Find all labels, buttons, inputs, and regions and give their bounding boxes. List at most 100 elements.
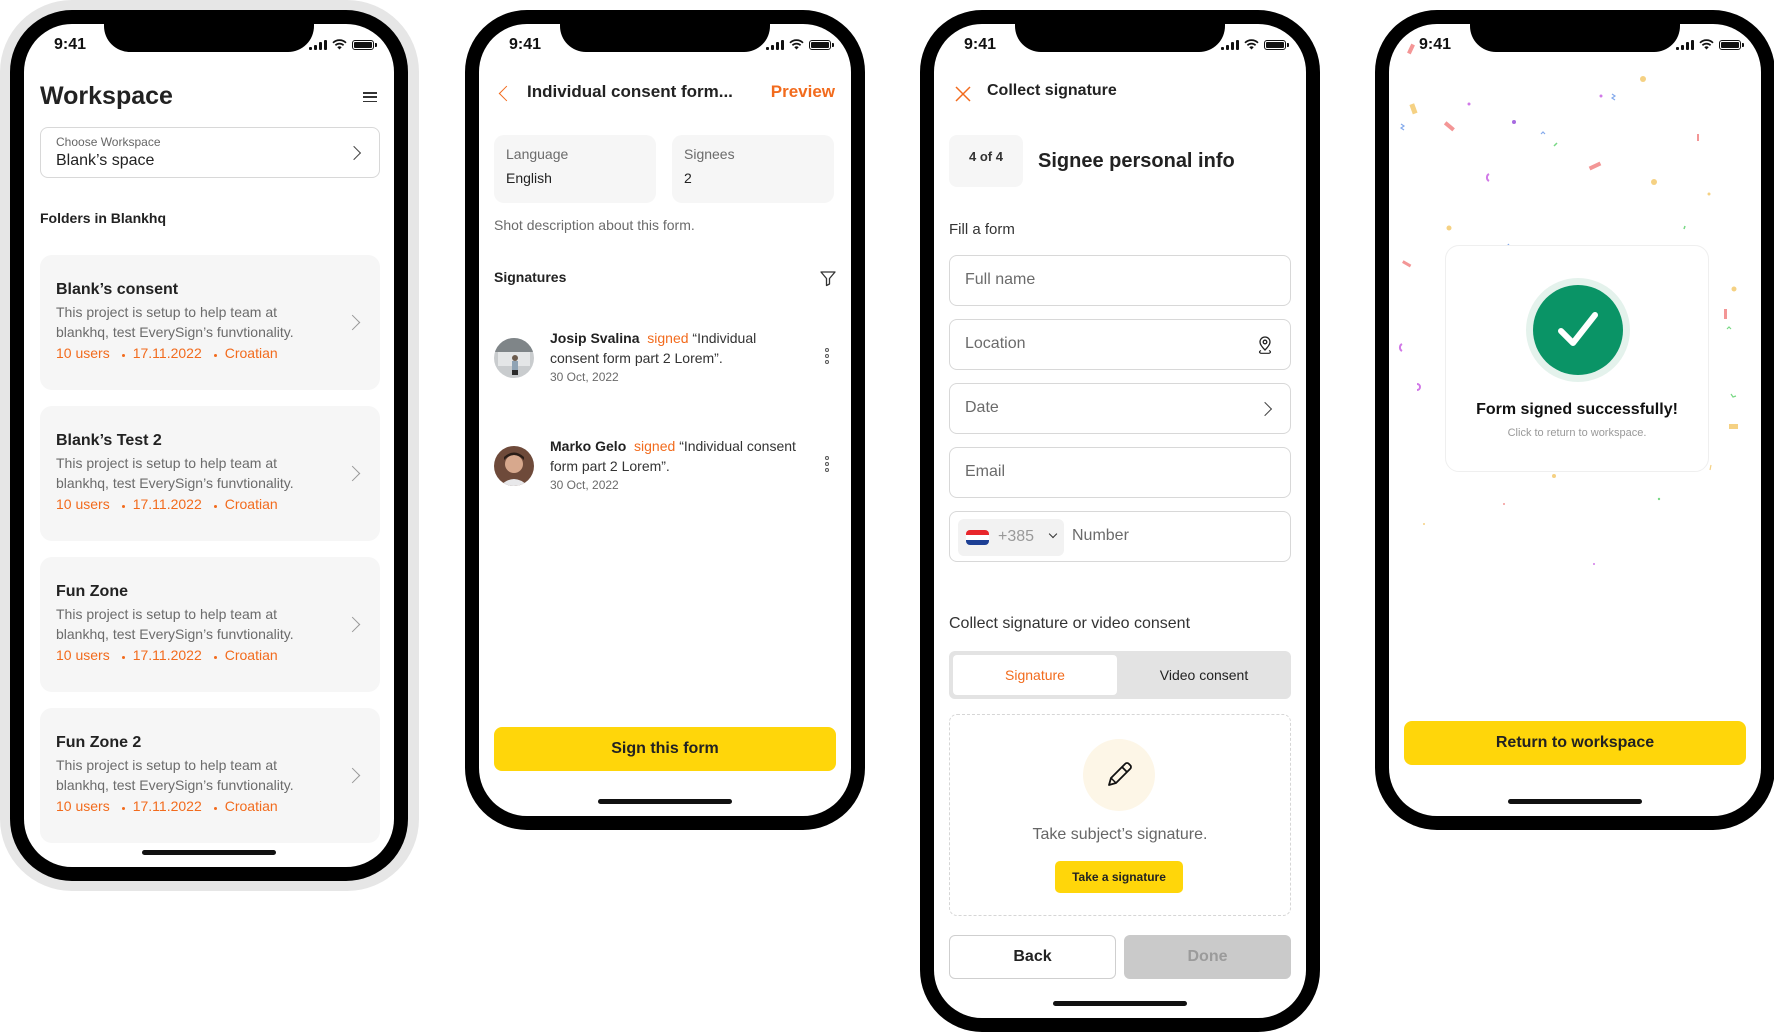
folder-meta: 10 users 17.11.2022 Croatian [56, 496, 278, 512]
hamburger-icon[interactable] [363, 92, 377, 102]
folder-description: This project is setup to help team at bl… [56, 304, 294, 340]
separator-dot [121, 353, 125, 357]
folder-language: Croatian [224, 345, 278, 361]
phone-frame-workspace: 9:41 Workspace Choose Workspace Blank’s … [10, 10, 408, 881]
notch [104, 24, 314, 52]
success-title: Form signed successfully! [1476, 401, 1678, 418]
location-pin-icon [1258, 336, 1272, 354]
chevron-right-icon [344, 767, 361, 784]
return-to-workspace-button[interactable]: Return to workspace [1404, 721, 1746, 765]
full-name-input[interactable]: Full name [949, 255, 1291, 306]
separator-dot [121, 655, 125, 659]
form-title: Individual consent form... [527, 82, 733, 101]
notch [1015, 24, 1225, 52]
form-description: Shot description about this form. [494, 217, 695, 233]
country-code-select[interactable]: +385 [958, 519, 1064, 556]
folder-card[interactable]: Blank’s Test 2 This project is setup to … [40, 406, 380, 541]
folder-name: Fun Zone [56, 583, 128, 600]
success-card[interactable]: Form signed successfully! Click to retur… [1445, 245, 1709, 472]
signature-date: 30 Oct, 2022 [550, 478, 619, 492]
back-chevron-icon[interactable] [498, 85, 515, 102]
phone-frame-form: 9:41 Individual consent form... Preview … [465, 10, 865, 830]
signee-name: Marko Gelo [550, 438, 627, 454]
success-screen: 9:41 Form signed successfully! Click to … [1389, 24, 1761, 816]
status-time: 9:41 [54, 36, 87, 53]
country-code: +385 [998, 528, 1035, 545]
location-placeholder: Location [965, 335, 1026, 352]
separator-dot [213, 806, 217, 810]
tab-video-consent[interactable]: Video consent [1121, 655, 1287, 695]
done-button[interactable]: Done [1124, 935, 1291, 979]
chevron-right-icon [1257, 401, 1273, 417]
phone-number-placeholder: Number [1072, 527, 1129, 544]
email-placeholder: Email [965, 463, 1006, 480]
folder-date: 17.11.2022 [132, 345, 202, 361]
home-indicator [1508, 799, 1642, 804]
signed-status: signed [647, 330, 689, 346]
folder-language: Croatian [224, 798, 278, 814]
signature-list-item[interactable]: Marko Gelo signed “Individual consent fo… [494, 436, 836, 506]
phone-frame-collect: 9:41 Collect signature 4 of 4 Signee per… [920, 10, 1320, 1032]
sign-form-button[interactable]: Sign this form [494, 727, 836, 771]
notch [560, 24, 770, 52]
chevron-right-icon [344, 314, 361, 331]
status-icons [309, 39, 377, 50]
email-input[interactable]: Email [949, 447, 1291, 498]
consent-type-tabs: Signature Video consent [949, 651, 1291, 699]
more-options-icon[interactable] [824, 456, 830, 472]
success-check-circle [1533, 285, 1623, 375]
info-value: 2 [684, 170, 692, 186]
battery-icon [352, 39, 377, 50]
separator-dot [121, 504, 125, 508]
battery-icon [809, 39, 834, 50]
more-options-icon[interactable] [824, 348, 830, 364]
phone-input[interactable]: +385 Number [949, 511, 1291, 562]
collect-title: Collect signature [987, 82, 1117, 99]
signature-area: Take subject’s signature. Take a signatu… [949, 714, 1291, 916]
folder-users: 10 users [56, 647, 110, 663]
signature-text: Marko Gelo signed “Individual consent fo… [550, 436, 800, 476]
signature-list-item[interactable]: Josip Svalina signed “Individual consent… [494, 328, 836, 398]
signatures-heading: Signatures [494, 269, 567, 285]
workspace-selector[interactable]: Choose Workspace Blank’s space [40, 127, 380, 178]
checkmark-icon [1558, 312, 1598, 346]
separator-dot [121, 806, 125, 810]
filter-icon[interactable] [819, 269, 837, 287]
back-button[interactable]: Back [949, 935, 1116, 979]
folder-users: 10 users [56, 345, 110, 361]
notch [1470, 24, 1680, 52]
tab-signature[interactable]: Signature [953, 655, 1117, 695]
workspace-selector-label: Choose Workspace [56, 135, 161, 149]
status-icons [766, 39, 834, 50]
folder-description: This project is setup to help team at bl… [56, 606, 294, 642]
date-input[interactable]: Date [949, 383, 1291, 434]
home-indicator [1053, 1001, 1187, 1006]
preview-button[interactable]: Preview [771, 82, 835, 102]
date-placeholder: Date [965, 399, 999, 416]
folder-description: This project is setup to help team at bl… [56, 757, 294, 793]
avatar [494, 446, 534, 486]
close-icon[interactable] [954, 85, 972, 103]
take-signature-button[interactable]: Take a signature [1055, 861, 1183, 893]
folder-language: Croatian [224, 647, 278, 663]
folder-card[interactable]: Blank’s consent This project is setup to… [40, 255, 380, 390]
folder-card[interactable]: Fun Zone 2 This project is setup to help… [40, 708, 380, 843]
location-input[interactable]: Location [949, 319, 1291, 370]
full-name-placeholder: Full name [965, 271, 1036, 288]
folder-language: Croatian [224, 496, 278, 512]
signees-info-card: Signees 2 [672, 135, 834, 203]
folder-name: Blank’s Test 2 [56, 432, 162, 449]
folder-description: This project is setup to help team at bl… [56, 455, 294, 491]
step-title: Signee personal info [1038, 150, 1235, 172]
folder-name: Fun Zone 2 [56, 734, 142, 751]
chevron-right-icon [346, 145, 362, 161]
workspace-selector-value: Blank’s space [56, 152, 155, 169]
chevron-down-icon [1048, 529, 1058, 539]
status-icons [1676, 39, 1744, 50]
wifi-icon [789, 39, 804, 50]
chevron-right-icon [344, 465, 361, 482]
signature-prompt: Take subject’s signature. [1032, 826, 1208, 843]
folder-card[interactable]: Fun Zone This project is setup to help t… [40, 557, 380, 692]
folder-users: 10 users [56, 798, 110, 814]
info-label: Language [506, 146, 569, 162]
